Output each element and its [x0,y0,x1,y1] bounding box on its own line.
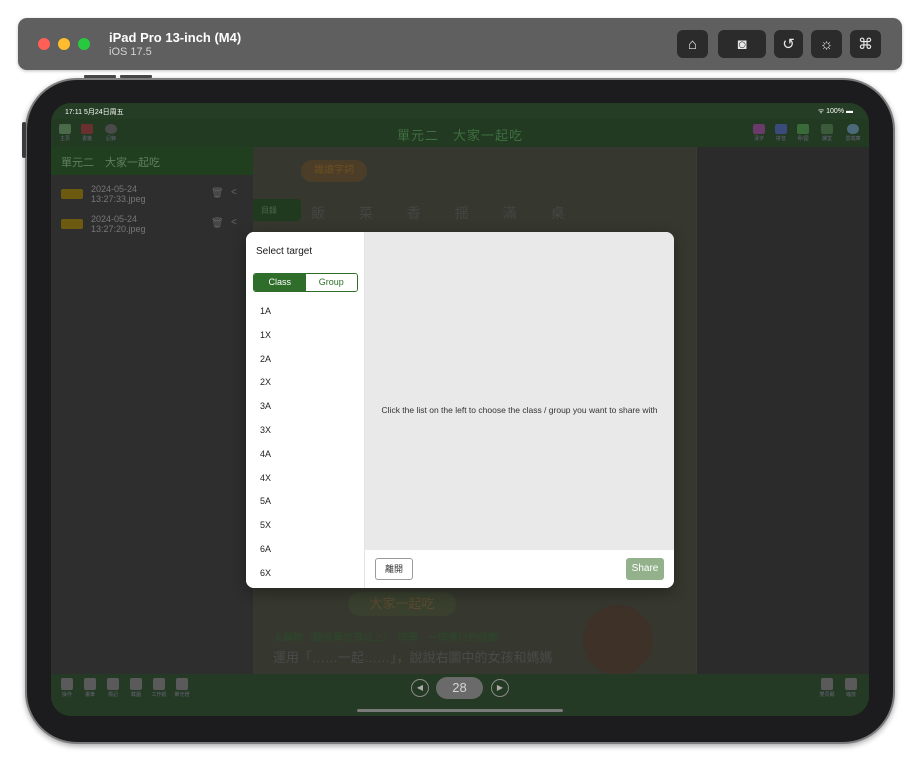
spotlight-tool[interactable]: 聚光燈 [173,678,191,700]
screenshot-tool[interactable]: 截圖 [127,678,145,700]
classroom-button[interactable]: 課堂 [819,124,835,142]
classroom-label: 課堂 [821,136,832,142]
app-top-bar: 主頁 書籤 記錄 單元二 大家一起吃 漢字 拼音 粵/國 課堂 雲端庫 [51,119,869,147]
list-item[interactable]: 2024-05-24 13:27:33.jpeg 🗑 < [51,181,253,209]
class-item-2x[interactable]: 2X [246,370,364,394]
file-name: 2024-05-24 13:27:20.jpeg [91,214,146,234]
pen-tool[interactable]: 畫筆 [81,678,99,700]
class-item-6a[interactable]: 6A [246,537,364,561]
simulator-title-bar: iPad Pro 13-inch (M4) iOS 17.5 ⌂ ◙ ↺ ☼ ⌘ [18,18,902,70]
file-date: 2024-05-24 [91,214,138,224]
tool-label: 截圖 [130,692,141,698]
home-icon[interactable]: ⌂ [677,30,708,58]
share-icon[interactable]: < [231,217,237,228]
double-page-button[interactable]: 雙頁顯 [818,678,836,700]
bottom-toolbar: 操作 畫筆 標記 截圖 工作紙 聚光燈 ◀ 28 ▶ 雙頁顯 縮放 [51,674,869,716]
right-pane [696,147,869,674]
tool-label: 操作 [61,692,72,698]
share-button[interactable]: Share [626,558,664,580]
hanzi-button[interactable]: 漢字 [751,124,767,142]
worksheet-tool[interactable]: 工作紙 [150,678,168,700]
device-side-button [22,122,26,158]
target-type-segmented-control: Class Group [253,273,358,292]
class-item-1a[interactable]: 1A [246,299,364,323]
marker-tool[interactable]: 標記 [104,678,122,700]
sidebar-header: 單元二 大家一起吃 [51,147,253,175]
illustration-image [583,605,653,674]
tool-label: 雙頁顯 [819,692,835,698]
language-label: 粵/國 [797,136,809,142]
status-bar: 17:11 5月24日周五 ᯤ 100% ▬ [51,103,869,119]
section-chip: 識讀字詞 [301,160,367,182]
class-item-4a[interactable]: 4A [246,442,364,466]
tool-label: 畫筆 [84,692,95,698]
share-hint-text: Click the list on the left to choose the… [381,405,658,415]
class-item-5a[interactable]: 5A [246,489,364,513]
page-number[interactable]: 28 [436,677,483,699]
class-segment[interactable]: Class [254,274,306,291]
dialog-title: Select target [256,246,313,257]
close-window-button[interactable] [38,38,50,50]
dialog-footer: 離開 Share [365,550,674,588]
file-sidebar: 單元二 大家一起吃 2024-05-24 13:27:33.jpeg 🗑 < 2… [51,147,253,701]
trash-icon[interactable]: 🗑 [211,188,224,199]
minimize-window-button[interactable] [58,38,70,50]
share-icon[interactable]: < [231,187,237,198]
contents-tab[interactable]: 目錄 [253,199,301,221]
app-title: 單元二 大家一起吃 [396,128,523,143]
home-indicator [357,709,563,712]
zoom-button[interactable]: 縮放 [842,678,860,700]
vocabulary-characters: 飯 菜 香 揺 滿 桌 [311,205,580,221]
class-item-3a[interactable]: 3A [246,394,364,418]
pinyin-button[interactable]: 拼音 [773,124,789,142]
zoom-window-button[interactable] [78,38,90,50]
lesson-text-line: 運用「……一起……」，說說右圖中的女孩和媽媽 [273,650,553,665]
file-type-badge [61,219,83,229]
next-page-button[interactable]: ▶ [491,679,509,697]
leave-button[interactable]: 離開 [375,558,413,580]
class-item-5x[interactable]: 5X [246,513,364,537]
class-item-6x[interactable]: 6X [246,561,364,585]
class-list: 1A 1X 2A 2X 3A 3X 4A 4X 5A 5X 6A 6X [246,299,364,585]
list-item[interactable]: 2024-05-24 13:27:20.jpeg 🗑 < [51,211,253,239]
trash-icon[interactable]: 🗑 [211,218,224,229]
previous-page-button[interactable]: ◀ [411,679,429,697]
lesson-text-line: 人稱物（關係單位頂以上） 同學，一同進行的話動 [273,633,498,644]
tool-label: 聚光燈 [174,692,190,698]
battery-indicator: ᯤ 100% ▬ [817,108,853,115]
share-detail-panel: Click the list on the left to choose the… [365,232,674,550]
brightness-icon[interactable]: ☼ [811,30,842,58]
command-icon[interactable]: ⌘ [850,30,881,58]
cloud-library-button[interactable]: 雲端庫 [845,124,861,142]
target-list-panel: Select target Class Group 1A 1X 2A 2X 3A… [246,232,365,588]
file-name: 2024-05-24 13:27:33.jpeg [91,184,146,204]
tool-label: 縮放 [845,692,856,698]
class-item-4x[interactable]: 4X [246,466,364,490]
hanzi-label: 漢字 [753,136,764,142]
simulator-os-version: iOS 17.5 [109,46,152,58]
group-segment[interactable]: Group [305,274,357,291]
status-time: 17:11 5月24日周五 [65,109,124,116]
file-type-badge [61,189,83,199]
tool-label: 標記 [107,692,118,698]
simulator-device-name: iPad Pro 13-inch (M4) [109,30,242,45]
class-item-1x[interactable]: 1X [246,323,364,347]
cloud-library-label: 雲端庫 [845,136,861,142]
file-time: 13:27:20.jpeg [91,224,146,234]
class-item-2a[interactable]: 2A [246,347,364,371]
file-date: 2024-05-24 [91,184,138,194]
language-button[interactable]: 粵/國 [795,124,811,142]
select-target-dialog: Select target Class Group 1A 1X 2A 2X 3A… [246,232,674,588]
hand-tool[interactable]: 操作 [58,678,76,700]
class-item-3x[interactable]: 3X [246,418,364,442]
screenshot-icon[interactable]: ◙ [718,30,766,58]
file-time: 13:27:33.jpeg [91,194,146,204]
lesson-subtitle: 大家一起吃 [348,592,456,616]
pinyin-label: 拼音 [775,136,786,142]
rotate-icon[interactable]: ↺ [774,30,803,58]
tool-label: 工作紙 [151,692,167,698]
